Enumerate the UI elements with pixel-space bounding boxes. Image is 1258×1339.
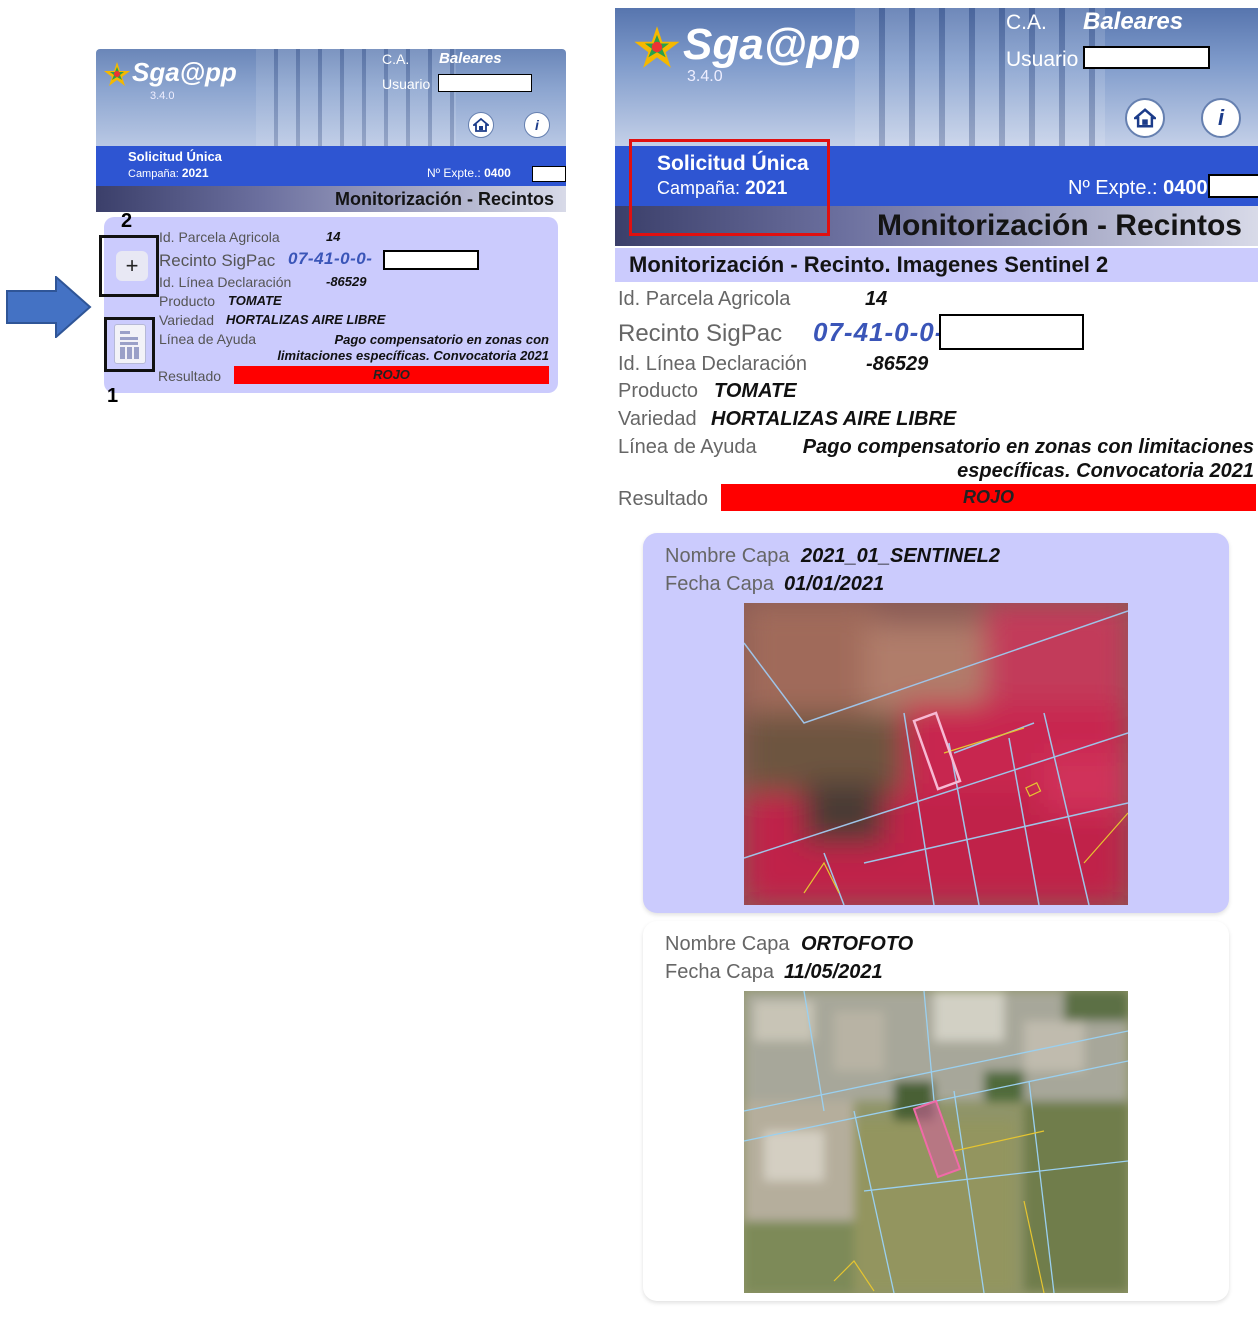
variedad-value: HORTALIZAS AIRE LIBRE (711, 408, 957, 430)
sigpac-redacted-box (939, 314, 1084, 350)
marker-1: 1 (107, 385, 119, 407)
layer-date-label: Fecha Capa (665, 573, 774, 595)
layer-name-value: 2021_01_SENTINEL2 (801, 545, 1001, 567)
marker-2: 2 (121, 210, 133, 232)
ortofoto-image (744, 991, 1128, 1293)
sigpac-label: Recinto SigPac (159, 251, 276, 270)
ayuda-value-line1: Pago compensatorio en zonas con limitaci… (802, 436, 1254, 458)
parcela-value: 14 (865, 288, 888, 310)
app-version: 3.4.0 (150, 90, 175, 102)
home-icon[interactable] (1125, 98, 1165, 138)
linea-label: Id. Línea Declaración (159, 274, 292, 290)
producto-label: Producto (618, 380, 699, 402)
user-redacted-box (1083, 46, 1210, 69)
user-redacted-box (438, 74, 532, 92)
layer-date-label: Fecha Capa (665, 961, 774, 983)
info-icon[interactable]: i (524, 112, 550, 138)
small-solicitud-banner: Solicitud Única Campaña: 2021 Nº Expte.:… (96, 146, 566, 186)
linea-value: -86529 (866, 353, 929, 375)
ayuda-label: Línea de Ayuda (159, 331, 257, 347)
layer-date-value: 11/05/2021 (784, 961, 883, 983)
expediente: Nº Expte.: 0400 (427, 166, 511, 180)
user-label: Usuario (1006, 48, 1079, 71)
expte-redacted-box (1208, 174, 1258, 198)
expte-redacted-box (532, 166, 566, 182)
variedad-value: HORTALIZAS AIRE LIBRE (226, 312, 386, 327)
ca-value: Baleares (1083, 8, 1184, 35)
parcela-value: 14 (326, 229, 341, 244)
highlight-box-2 (99, 235, 159, 297)
app-name: Sga@pp (132, 57, 237, 87)
logo-star-icon (634, 26, 680, 69)
layer-name-label: Nombre Capa (665, 545, 790, 567)
highlight-box-solicitud (629, 139, 830, 236)
ca-label: C.A. (382, 51, 410, 67)
ca-value: Baleares (439, 50, 502, 67)
layer-card-sentinel[interactable]: Nombre Capa 2021_01_SENTINEL2 Fecha Capa… (643, 533, 1229, 913)
user-label: Usuario (382, 76, 431, 92)
ayuda-value-line2: limitaciones específicas. Convocatoria 2… (277, 348, 549, 363)
variedad-label: Variedad (159, 312, 215, 328)
app-name: Sga@pp (683, 20, 861, 69)
variedad-label: Variedad (618, 408, 697, 430)
resultado-label: Resultado (618, 488, 709, 510)
parcela-label: Id. Parcela Agricola (618, 288, 791, 310)
app-version: 3.4.0 (687, 68, 723, 85)
resultado-badge: ROJO (721, 484, 1256, 511)
app-logo: Sga@pp (631, 20, 860, 73)
layer-name-value: ORTOFOTO (801, 933, 914, 955)
home-icon[interactable] (468, 112, 494, 138)
info-icon[interactable]: i (1201, 98, 1241, 138)
campaign: Campaña: 2021 (128, 166, 209, 180)
detail-subtitle: Monitorización - Recinto. Imagenes Senti… (615, 248, 1258, 282)
resultado-label: Resultado (158, 368, 222, 384)
small-app-header: Sga@pp 3.4.0 C.A. Baleares Usuario i (96, 49, 566, 146)
producto-value: TOMATE (228, 293, 282, 308)
sigpac-value: 07-41-0-0- (288, 249, 373, 268)
producto-label: Producto (159, 293, 216, 309)
linea-label: Id. Línea Declaración (618, 353, 808, 375)
sigpac-label: Recinto SigPac (618, 320, 783, 347)
layer-name-label: Nombre Capa (665, 933, 790, 955)
linea-value: -86529 (326, 274, 367, 289)
sigpac-redacted-box (383, 250, 479, 270)
resultado-badge: ROJO (234, 366, 549, 384)
highlight-box-1 (104, 317, 155, 372)
pointer-arrow (6, 276, 92, 338)
layer-date-value: 01/01/2021 (784, 573, 885, 595)
sigpac-value: 07-41-0-0- (813, 317, 945, 347)
expediente: Nº Expte.: 0400 (1068, 177, 1208, 199)
solicitud-title: Solicitud Única (128, 149, 222, 164)
ca-label: C.A. (1006, 11, 1047, 34)
ayuda-value-line1: Pago compensatorio en zonas con (334, 332, 549, 347)
logo-star-icon (104, 62, 130, 87)
app-logo: Sga@pp (102, 57, 237, 89)
producto-value: TOMATE (714, 380, 797, 402)
layer-card-ortofoto[interactable]: Nombre Capa ORTOFOTO Fecha Capa 11/05/20… (643, 921, 1229, 1301)
ayuda-label: Línea de Ayuda (618, 436, 757, 458)
sentinel-image (744, 603, 1128, 905)
small-section-title: Monitorización - Recintos (96, 186, 566, 212)
ayuda-value-line2: específicas. Convocatoria 2021 (957, 460, 1254, 482)
parcela-label: Id. Parcela Agricola (159, 229, 280, 245)
large-app-header: Sga@pp 3.4.0 C.A. Baleares Usuario i (615, 8, 1258, 146)
